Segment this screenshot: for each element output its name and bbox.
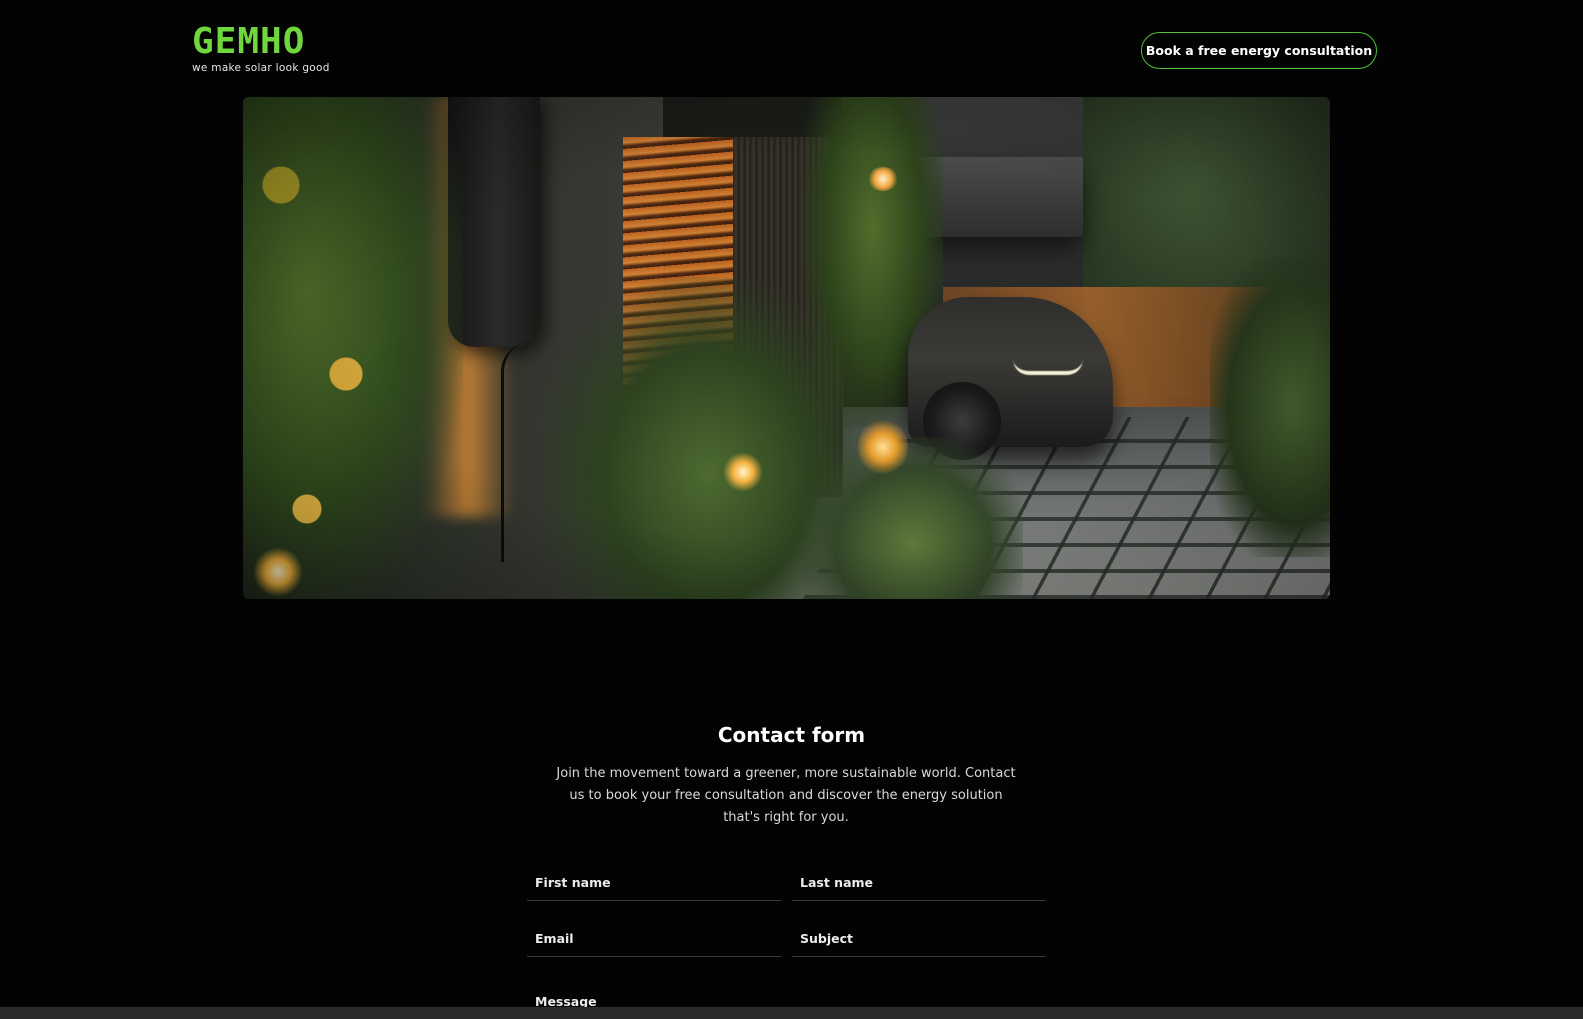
last-name-input[interactable] [792,865,1046,900]
book-consultation-button[interactable]: Book a free energy consultation [1141,32,1377,69]
logo-wordmark: GEMHO [192,21,306,62]
hero-vignette [243,97,1330,599]
first-name-input[interactable] [527,865,781,900]
logo[interactable]: GEMHO we make solar look good [192,24,362,76]
contact-intro-text: Join the movement toward a greener, more… [556,766,1016,825]
page: GEMHO we make solar look good Book a fre… [0,0,1583,1019]
logo-tagline: we make solar look good [192,62,330,74]
contact-form-title: Contact form [717,723,866,747]
horizontal-scrollbar[interactable] [0,1007,1583,1019]
subject-field [792,921,1046,957]
first-name-field [527,865,781,901]
subject-input[interactable] [792,921,1046,956]
email-input[interactable] [527,921,781,956]
email-field [527,921,781,957]
hero-image [243,97,1330,599]
last-name-field [792,865,1046,901]
